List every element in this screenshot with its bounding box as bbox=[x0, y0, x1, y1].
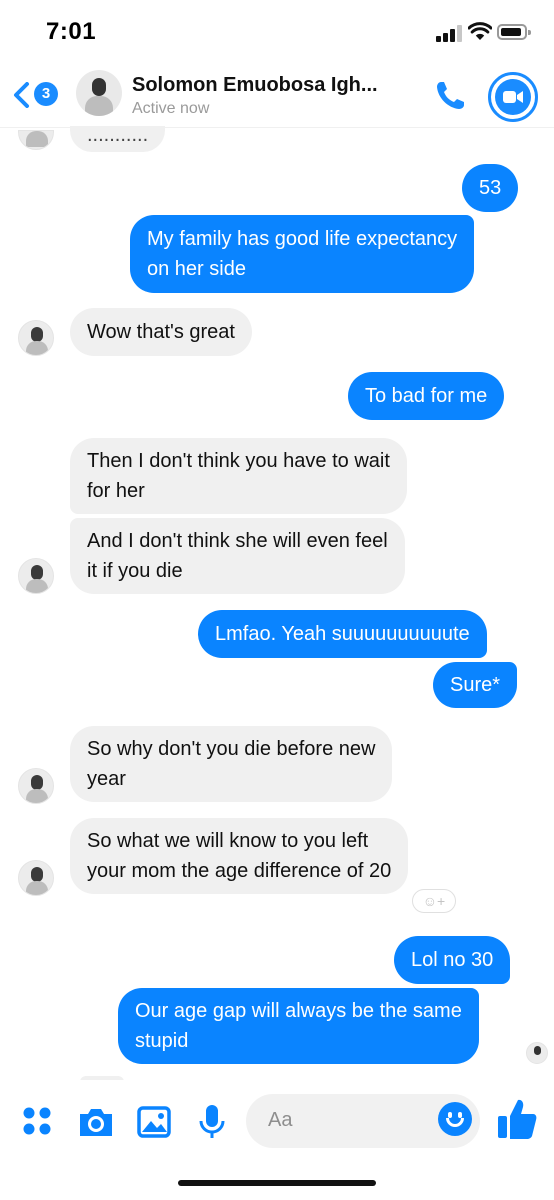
outgoing-message[interactable]: Sure* bbox=[433, 662, 518, 708]
contact-avatar[interactable] bbox=[76, 70, 122, 116]
contact-mini-avatar bbox=[18, 860, 54, 896]
add-reaction-icon[interactable]: ☺+ bbox=[412, 889, 456, 913]
microphone-icon[interactable] bbox=[192, 1102, 232, 1142]
status-time: 7:01 bbox=[46, 18, 97, 45]
wifi-icon bbox=[468, 22, 492, 40]
image-icon[interactable] bbox=[134, 1102, 174, 1142]
contact-mini-avatar bbox=[18, 130, 54, 150]
camera-icon[interactable] bbox=[76, 1102, 116, 1142]
contact-name[interactable]: Solomon Emuobosa Igh... bbox=[132, 74, 378, 97]
phone-icon[interactable] bbox=[432, 78, 468, 114]
back-button[interactable]: 3 bbox=[10, 76, 62, 112]
unread-count-badge: 3 bbox=[34, 82, 58, 106]
chevron-left-icon bbox=[14, 82, 29, 108]
outgoing-message[interactable]: Our age gap will always be the same stup… bbox=[118, 988, 479, 1064]
status-bar: 7:01 bbox=[0, 0, 554, 64]
video-call-button[interactable] bbox=[488, 72, 538, 122]
cellular-signal-icon bbox=[436, 24, 462, 42]
outgoing-message[interactable]: Lol no 30 bbox=[394, 936, 511, 984]
emoji-icon[interactable] bbox=[438, 1102, 472, 1136]
incoming-message[interactable]: So what we will know to you left your mo… bbox=[70, 818, 409, 894]
outgoing-message[interactable]: To bad for me bbox=[348, 372, 505, 420]
incoming-message[interactable]: Then I don't think you have to wait for … bbox=[70, 438, 407, 514]
message-input[interactable]: Aa bbox=[246, 1094, 480, 1148]
outgoing-message[interactable]: My family has good life expectancy on he… bbox=[130, 215, 475, 293]
home-indicator bbox=[178, 1180, 376, 1186]
read-receipt-avatar bbox=[526, 1042, 548, 1064]
incoming-message[interactable]: And I don't think she will even feel it … bbox=[70, 518, 405, 594]
message-input-placeholder: Aa bbox=[268, 1109, 293, 1131]
contact-mini-avatar bbox=[18, 768, 54, 804]
thumbs-up-icon[interactable] bbox=[496, 1096, 538, 1142]
outgoing-message[interactable]: Lmfao. Yeah suuuuuuuuuute bbox=[198, 610, 487, 658]
incoming-message[interactable]: So why don't you die before new year bbox=[70, 726, 393, 802]
four-dots-icon[interactable] bbox=[18, 1102, 58, 1142]
battery-icon bbox=[497, 24, 531, 40]
contact-mini-avatar bbox=[18, 320, 54, 356]
incoming-message[interactable]: Wow that's great bbox=[70, 308, 252, 356]
outgoing-message[interactable]: 53 bbox=[462, 164, 519, 212]
contact-active-status: Active now bbox=[132, 100, 210, 117]
conversation-header: 3 Solomon Emuobosa Igh... Active now bbox=[0, 64, 554, 128]
contact-mini-avatar bbox=[18, 558, 54, 594]
message-composer: Aa bbox=[0, 1080, 554, 1160]
incoming-message[interactable]: ........... bbox=[70, 125, 166, 152]
video-camera-icon bbox=[503, 91, 523, 103]
